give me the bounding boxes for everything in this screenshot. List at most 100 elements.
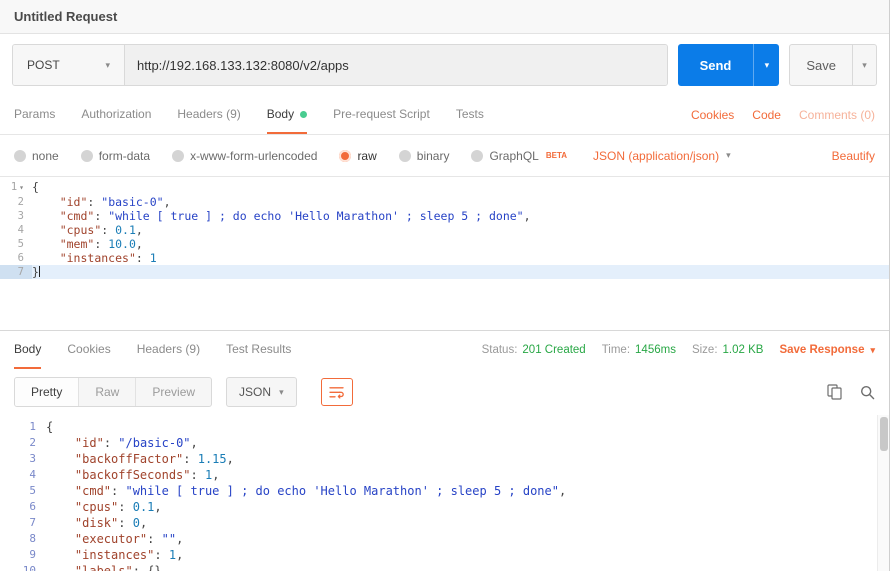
cookies-link[interactable]: Cookies (691, 108, 734, 122)
line-number: 4 (0, 467, 46, 483)
code-text[interactable]: "cpus": 0.1, (46, 499, 162, 515)
chevron-down-icon: ▾ (726, 151, 731, 160)
line-number: 5 (0, 483, 46, 499)
code-text[interactable]: "backoffSeconds": 1, (46, 467, 219, 483)
tab-tests[interactable]: Tests (456, 96, 484, 134)
body-type-form-data[interactable]: form-data (81, 149, 150, 163)
response-tab-test-results[interactable]: Test Results (226, 331, 291, 369)
tab-pre-request-script[interactable]: Pre-request Script (333, 96, 430, 134)
code-text[interactable]: "cmd": "while [ true ] ; do echo 'Hello … (32, 209, 531, 223)
response-meta: Status: 201 Created Time: 1456ms Size: 1… (482, 344, 875, 356)
copy-response-button[interactable] (827, 384, 842, 400)
code-text[interactable]: "executor": "", (46, 531, 183, 547)
option-label: raw (357, 149, 376, 163)
view-mode-group: Pretty Raw Preview (14, 377, 212, 407)
save-response-button[interactable]: Save Response ▾ (779, 344, 875, 356)
line-number: 6 (0, 251, 32, 265)
tab-label: Headers (9) (137, 342, 200, 356)
url-group: POST ▾ (12, 44, 668, 86)
response-tab-headers[interactable]: Headers (9) (137, 331, 200, 369)
code-text[interactable]: "id": "/basic-0", (46, 435, 198, 451)
copy-icon (827, 384, 842, 400)
scrollbar-thumb[interactable] (880, 417, 888, 451)
wrap-text-button[interactable] (321, 378, 353, 406)
body-content-dot (300, 111, 307, 118)
line-number: 6 (0, 499, 46, 515)
body-type-raw[interactable]: raw (339, 149, 376, 163)
url-input[interactable] (125, 45, 667, 85)
send-button[interactable]: Send ▾ (678, 44, 780, 86)
save-button[interactable]: Save ▾ (789, 44, 877, 86)
code-link[interactable]: Code (752, 108, 781, 122)
body-type-binary[interactable]: binary (399, 149, 450, 163)
fold-caret-icon[interactable]: ▾ (19, 183, 24, 192)
time-label: Time: (602, 344, 630, 356)
time-value: 1456ms (635, 344, 676, 356)
response-tab-cookies[interactable]: Cookies (67, 331, 110, 369)
body-type-graphql[interactable]: GraphQL BETA (471, 149, 567, 163)
content-type-select[interactable]: JSON (application/json) ▾ (593, 149, 731, 163)
body-type-urlencoded[interactable]: x-www-form-urlencoded (172, 149, 317, 163)
code-text[interactable]: { (32, 180, 39, 195)
tab-params[interactable]: Params (14, 96, 55, 134)
view-raw-button[interactable]: Raw (78, 378, 135, 406)
code-text[interactable]: "id": "basic-0", (32, 195, 171, 209)
code-text[interactable]: "cpus": 0.1, (32, 223, 143, 237)
tab-label: Test Results (226, 342, 291, 356)
tab-body[interactable]: Body (267, 96, 307, 134)
search-response-button[interactable] (860, 385, 875, 400)
code-text[interactable]: "instances": 1 (32, 251, 157, 265)
chevron-down-icon: ▾ (862, 61, 867, 70)
toolbar-right-icons (827, 384, 875, 400)
size-label: Size: (692, 344, 718, 356)
response-header: Body Cookies Headers (9) Test Results St… (0, 330, 889, 369)
code-line-6: 6 "instances": 1 (0, 251, 889, 265)
code-line-3: 3 "backoffFactor": 1.15, (0, 451, 889, 467)
tab-headers[interactable]: Headers (9) (177, 96, 240, 134)
code-text[interactable]: "labels": {}, (46, 563, 169, 571)
size-value: 1.02 KB (723, 344, 764, 356)
radio-icon (399, 150, 411, 162)
method-value: POST (27, 58, 60, 72)
status-pair: Status: 201 Created (482, 344, 586, 356)
code-line-2: 2 "id": "/basic-0", (0, 435, 889, 451)
send-options-button[interactable]: ▾ (753, 44, 779, 86)
save-options-button[interactable]: ▾ (852, 45, 876, 85)
search-icon (860, 385, 875, 400)
response-body-editor[interactable]: 1{2 "id": "/basic-0",3 "backoffFactor": … (0, 419, 889, 571)
line-number: 2 (0, 435, 46, 451)
language-value: JSON (239, 385, 271, 399)
code-text[interactable]: "mem": 10.0, (32, 237, 143, 251)
editor-empty-area (0, 281, 889, 330)
view-preview-button[interactable]: Preview (135, 378, 211, 406)
code-text[interactable]: } (32, 265, 40, 279)
tab-authorization[interactable]: Authorization (81, 96, 151, 134)
comments-link[interactable]: Comments (0) (799, 108, 875, 122)
chevron-down-icon: ▾ (279, 388, 284, 397)
response-language-select[interactable]: JSON ▾ (226, 377, 297, 407)
method-select[interactable]: POST ▾ (13, 45, 125, 85)
option-label: form-data (99, 149, 150, 163)
response-tab-body[interactable]: Body (14, 331, 41, 369)
request-body-editor[interactable]: 1▾{2 "id": "basic-0",3 "cmd": "while [ t… (0, 177, 889, 281)
line-number: 4 (0, 223, 32, 237)
time-pair: Time: 1456ms (602, 344, 676, 356)
code-text[interactable]: "disk": 0, (46, 515, 147, 531)
tab-label: Pre-request Script (333, 107, 430, 121)
response-scrollbar[interactable] (877, 415, 889, 571)
line-number: 5 (0, 237, 32, 251)
line-number: 3 (0, 451, 46, 467)
code-text[interactable]: "backoffFactor": 1.15, (46, 451, 234, 467)
code-text[interactable]: "cmd": "while [ true ] ; do echo 'Hello … (46, 483, 566, 499)
tab-label: Body (267, 107, 294, 121)
code-text[interactable]: "instances": 1, (46, 547, 183, 563)
body-type-none[interactable]: none (14, 149, 59, 163)
status-label: Status: (482, 344, 518, 356)
beta-badge: BETA (546, 151, 567, 160)
view-pretty-button[interactable]: Pretty (15, 378, 78, 406)
beautify-button[interactable]: Beautify (832, 149, 875, 163)
code-text[interactable]: { (46, 419, 53, 435)
line-number: 10 (0, 563, 46, 571)
line-number: 1 (0, 419, 46, 435)
save-label: Save (790, 45, 852, 85)
